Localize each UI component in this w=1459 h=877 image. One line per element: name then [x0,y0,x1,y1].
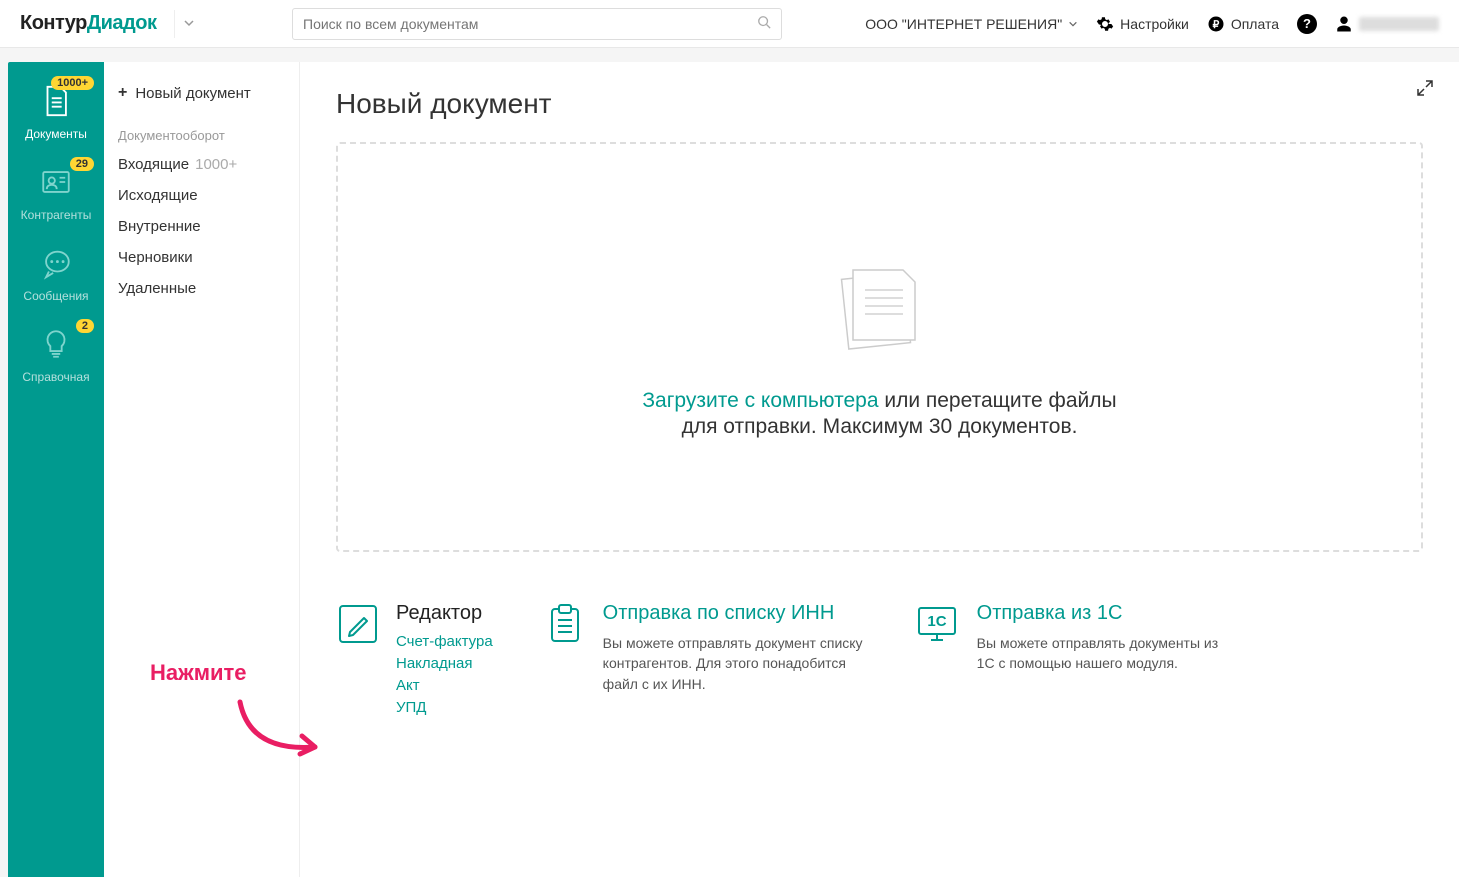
org-selector[interactable]: ООО "ИНТЕРНЕТ РЕШЕНИЯ" [865,16,1078,32]
editor-link-upd[interactable]: УПД [396,699,493,716]
settings-link[interactable]: Настройки [1096,15,1189,33]
editor-icon [336,602,380,716]
onec-card: 1С Отправка из 1С Вы можете отправлять д… [913,602,1233,716]
editor-title: Редактор [396,602,493,625]
topbar-right: ООО "ИНТЕРНЕТ РЕШЕНИЯ" Настройки ₽ Оплат… [865,14,1439,34]
subnav-label: Удаленные [118,280,196,297]
plus-icon: + [118,84,127,102]
payment-label: Оплата [1231,16,1279,32]
sidebar-label: Сообщения [23,289,88,303]
new-document-button[interactable]: + Новый документ [104,76,299,110]
brand-part1: Контур [20,12,87,34]
gear-icon [1096,15,1114,33]
search-icon[interactable] [757,15,771,32]
inn-desc: Вы можете отправлять документ списку кон… [603,633,863,694]
editor-link-invoice[interactable]: Счет-фактура [396,633,493,650]
sidebar-label: Контрагенты [21,208,92,222]
sidebar: 1000+ Документы 29 Контрагенты Сообщения… [8,62,104,877]
subnav-inbox[interactable]: Входящие 1000+ [104,149,299,180]
logo-group: КонтурДиадок [20,10,280,38]
subnav-label: Исходящие [118,187,198,204]
sidebar-item-contragents[interactable]: 29 Контрагенты [8,151,104,232]
sidebar-badge: 1000+ [51,76,94,90]
subnav-count: 1000+ [195,156,237,173]
sidebar-item-documents[interactable]: 1000+ Документы [8,70,104,151]
search-input[interactable] [303,16,757,32]
editor-link-waybill[interactable]: Накладная [396,655,493,672]
search-box[interactable] [292,8,782,40]
subnav-label: Внутренние [118,218,201,235]
onec-title[interactable]: Отправка из 1С [977,602,1233,625]
clipboard-icon [543,602,587,716]
sidebar-label: Документы [25,127,87,141]
subnav-section-heading: Документооборот [104,122,299,149]
org-name: ООО "ИНТЕРНЕТ РЕШЕНИЯ" [865,16,1062,32]
subnav-label: Черновики [118,249,193,266]
sidebar-label: Справочная [22,370,89,384]
editor-link-act[interactable]: Акт [396,677,493,694]
help-icon[interactable]: ? [1297,14,1317,34]
subnav: + Новый документ Документооборот Входящи… [104,62,300,877]
dropzone-line-2: для отправки. Максимум 30 документов. [682,415,1078,439]
new-doc-label: Новый документ [135,85,250,102]
subnav-drafts[interactable]: Черновики [104,242,299,273]
sidebar-badge: 29 [70,157,94,171]
inn-card: Отправка по списку ИНН Вы можете отправл… [543,602,863,716]
dropzone-text-rest: или перетащите файлы [879,389,1117,412]
subnav-deleted[interactable]: Удаленные [104,273,299,304]
ruble-icon: ₽ [1207,15,1225,33]
svg-text:1С: 1С [927,613,946,630]
user-icon [1335,15,1353,33]
chat-icon [39,246,73,283]
contacts-icon [39,165,73,202]
brand-part2: Диадок [87,12,157,34]
subnav-internal[interactable]: Внутренние [104,211,299,242]
settings-label: Настройки [1120,16,1189,32]
brand-chevron-icon[interactable] [174,10,203,38]
topbar: КонтурДиадок ООО "ИНТЕРНЕТ РЕШЕНИЯ" Наст… [0,0,1459,48]
onec-desc: Вы можете отправлять документы из 1С с п… [977,633,1233,674]
expand-icon[interactable] [1417,80,1433,99]
brand-logo[interactable]: КонтурДиадок [20,12,156,35]
sidebar-badge: 2 [76,319,94,333]
subnav-label: Входящие [118,156,189,173]
editor-card: Редактор Счет-фактура Накладная Акт УПД [336,602,493,716]
actions-row: Редактор Счет-фактура Накладная Акт УПД … [336,602,1423,716]
page-title: Новый документ [336,88,1423,120]
upload-link[interactable]: Загрузите с компьютера [642,389,878,412]
subnav-outbox[interactable]: Исходящие [104,180,299,211]
sidebar-item-messages[interactable]: Сообщения [8,232,104,313]
content-area: Новый документ Загрузите с компьютера ил… [300,62,1459,877]
lightbulb-icon [39,327,73,364]
documents-stack-icon [825,256,935,369]
upload-dropzone[interactable]: Загрузите с компьютера или перетащите фа… [336,142,1423,552]
user-name-redacted [1359,17,1439,31]
dropzone-line-1: Загрузите с компьютера или перетащите фа… [642,389,1116,413]
payment-link[interactable]: ₽ Оплата [1207,15,1279,33]
main-layout: 1000+ Документы 29 Контрагенты Сообщения… [0,48,1459,877]
user-menu[interactable] [1335,15,1439,33]
inn-title[interactable]: Отправка по списку ИНН [603,602,863,625]
chevron-down-icon [1068,19,1078,29]
monitor-1c-icon: 1С [913,602,961,716]
sidebar-item-help[interactable]: 2 Справочная [8,313,104,394]
svg-text:₽: ₽ [1212,18,1219,30]
